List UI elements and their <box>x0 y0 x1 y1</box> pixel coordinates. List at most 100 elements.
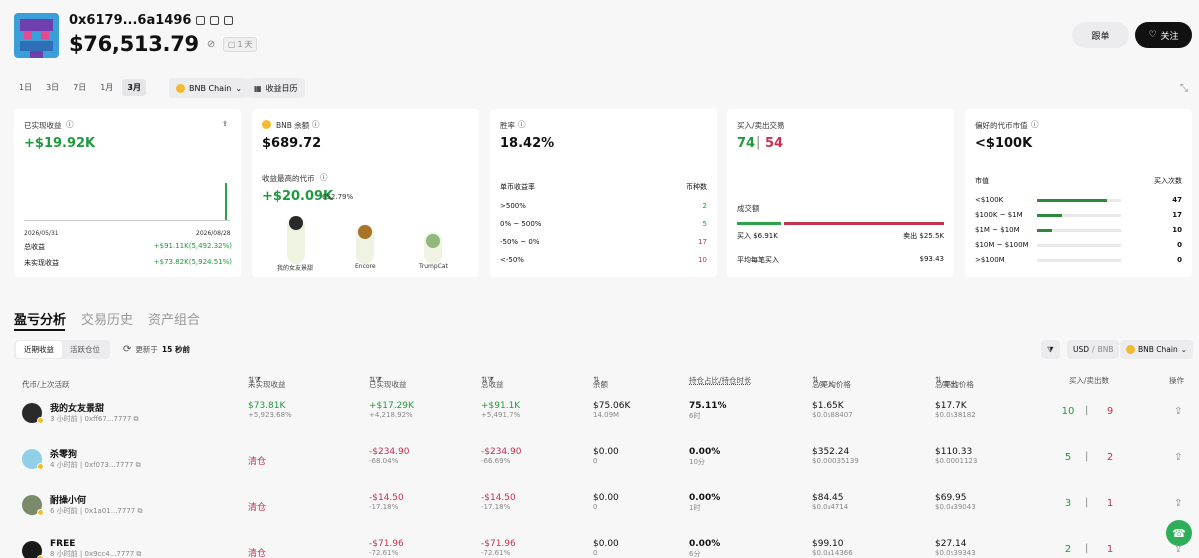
currency-sep: / <box>1092 345 1095 354</box>
period-1d[interactable]: 1日 <box>14 79 37 96</box>
unrealized-cell: $73.81K +5,923.68% <box>248 401 292 419</box>
info-icon[interactable]: ⓘ <box>320 172 328 183</box>
holding-value: 0.00% <box>689 493 721 503</box>
token-cell[interactable]: 杀零狗 4 小时前 | 0xf073...7777 ⧉ <box>50 447 141 470</box>
buy-value: $1.65K <box>812 401 844 411</box>
unrealized-cell: 清仓 <box>248 546 266 558</box>
info-icon[interactable]: ⓘ <box>312 119 320 130</box>
unrealized-value: 清仓 <box>248 503 267 513</box>
copy-icon[interactable]: ⧉ <box>136 550 141 558</box>
edit-icon[interactable] <box>196 16 206 25</box>
col-token[interactable]: 代币/上次活跃 ⌄ <box>22 375 70 389</box>
col-unrealized[interactable]: 未实现收益 ⇅⧩ <box>248 375 286 389</box>
chart-bar <box>225 183 227 220</box>
token-cell[interactable]: FREE 8 小时前 | 0x9cc4...7777 ⧉ <box>50 539 141 558</box>
col-balance[interactable]: 余额 ⇅ <box>593 375 608 389</box>
table-row[interactable]: 杀零狗 4 小时前 | 0xf073...7777 ⧉ 清仓 -$234.90 … <box>14 436 1199 482</box>
period-7d[interactable]: 7日 <box>68 79 91 96</box>
share-icon[interactable]: ⇪ <box>1174 452 1182 463</box>
info-icon[interactable]: ⓘ <box>66 119 74 130</box>
info-icon[interactable]: ⓘ <box>518 119 526 130</box>
table-header: 代币/上次活跃 ⌄ 未实现收益 ⇅⧩ 已实现收益 ⇅⧩ 总收益 ⇅⧩ 余额 ⇅ … <box>14 371 1199 389</box>
volume-row: 买入 $6.91K 卖出 $25.5K <box>737 231 944 241</box>
col-total-sell[interactable]: 总卖出 ⇅/平均价格 <box>935 375 974 389</box>
sell-value: $17.7K <box>935 401 967 411</box>
table-row[interactable]: 耐操小何 6 小时前 | 0x1a01...7777 ⧉ 清仓 -$14.50 … <box>14 482 1199 528</box>
refresh-icon[interactable]: ⟳ <box>123 344 131 355</box>
buy-volume: 买入 $6.91K <box>737 232 778 240</box>
calendar-icon: ▦ <box>254 83 262 93</box>
total-value: -$14.50 <box>481 493 516 503</box>
bnb-coin-icon <box>1126 345 1135 354</box>
buy-value: $84.45 <box>812 493 844 503</box>
col-realized[interactable]: 已实现收益 ⇅⧩ <box>369 375 407 389</box>
market-cap-row-label: $100K ~ $1M <box>975 211 1023 219</box>
total-pct: -66.69% <box>481 457 511 465</box>
buy-cell: $1.65K $0.0₅88407 <box>812 401 853 419</box>
currency-usd[interactable]: USD <box>1073 345 1089 354</box>
realized-value: -$234.90 <box>369 447 410 457</box>
copy-icon[interactable]: ⧉ <box>136 461 141 469</box>
divider: | <box>1085 405 1089 416</box>
collapse-icon[interactable]: ⤡ <box>1180 83 1188 94</box>
holding-cell: 0.00% 6分 <box>689 539 720 558</box>
refresh-status: ⟳ 更新于 15 秒前 <box>123 344 190 355</box>
bnb-coin-icon <box>262 120 271 129</box>
profit-calendar-button[interactable]: ▦ 收益日历 <box>247 78 305 98</box>
table-row[interactable]: FREE 8 小时前 | 0x9cc4...7777 ⧉ 清仓 -$71.96 … <box>14 528 1199 558</box>
currency-toggle[interactable]: USD / BNB <box>1067 340 1120 359</box>
subtab-recent[interactable]: 近期收益 <box>16 341 62 358</box>
total-cell: -$71.96 -72.61% <box>481 539 516 557</box>
tab-history[interactable]: 交易历史 <box>81 309 133 328</box>
chain-selector[interactable]: BNB Chain ⌄ <box>169 78 250 98</box>
col-total-buy[interactable]: 总买入 ⇅/平均价格 <box>812 375 851 389</box>
tab-portfolio[interactable]: 资产组合 <box>148 309 200 328</box>
col-holding[interactable]: 持仓占比/持仓时长 <box>689 375 752 386</box>
market-cap-bar-track <box>1037 199 1121 202</box>
subtab-active[interactable]: 活跃仓位 <box>62 341 108 358</box>
realized-value: +$17.29K <box>369 401 414 411</box>
headset-icon: ☎ <box>1172 526 1186 540</box>
filter-button[interactable]: ⧩ <box>1041 340 1060 359</box>
support-chat-button[interactable]: ☎ <box>1166 520 1192 546</box>
period-3d[interactable]: 3日 <box>41 79 64 96</box>
follow-button[interactable]: ♡ 关注 <box>1135 22 1192 48</box>
bnb-balance-card: BNB 余额 ⓘ $689.72 收益最高的代币 ⓘ +$20.09K 652.… <box>252 109 479 277</box>
sell-value: $69.95 <box>935 493 967 503</box>
copy-icon[interactable] <box>210 16 220 25</box>
col-total-sell-avg: /平均价格 <box>941 380 974 389</box>
unrealized-profit-label: 未实现收益 <box>24 259 59 267</box>
currency-bnb[interactable]: BNB <box>1098 345 1114 354</box>
sell-cell: $17.7K $0.0₅38182 <box>935 401 976 419</box>
info-icon[interactable]: ⓘ <box>1031 119 1039 130</box>
tab-pnl[interactable]: 盈亏分析 <box>14 309 66 328</box>
win-rate-row-label: <-50% <box>500 256 524 264</box>
table-row[interactable]: 我的女友景甜 3 小时前 | 0xff67...7777 ⧉ $73.81K +… <box>14 390 1199 436</box>
holding-duration: 6时 <box>689 412 701 420</box>
divider: | <box>756 135 761 150</box>
unrealized-profit-value: +$73.82K(5,924.51%) <box>153 258 232 266</box>
chart-baseline <box>24 220 230 221</box>
period-1m[interactable]: 1月 <box>95 79 118 96</box>
token-cell[interactable]: 耐操小何 6 小时前 | 0x1a01...7777 ⧉ <box>50 493 142 516</box>
sell-count: 1 <box>1106 544 1114 555</box>
share-icon[interactable]: ⇪ <box>1174 406 1182 417</box>
eye-off-icon[interactable]: ⊘ <box>207 39 215 50</box>
share-icon[interactable]: ⇪ <box>1174 498 1182 509</box>
total-cell: +$91.1K +5,491.7% <box>481 401 520 419</box>
copy-icon[interactable]: ⧉ <box>134 415 139 423</box>
copy-icon[interactable]: ⧉ <box>137 507 142 515</box>
share-icon[interactable]: ⇪ <box>222 119 228 128</box>
win-rate-row: -50% ~ 0% 17 <box>500 238 707 246</box>
main-tabs: 盈亏分析 交易历史 资产组合 <box>14 309 200 328</box>
holding-duration: 1时 <box>689 504 701 512</box>
col-total[interactable]: 总收益 ⇅⧩ <box>481 375 504 389</box>
external-link-icon[interactable] <box>224 16 234 25</box>
token-cell[interactable]: 我的女友景甜 3 小时前 | 0xff67...7777 ⧉ <box>50 401 139 424</box>
period-3m[interactable]: 3月 <box>122 79 146 96</box>
market-cap-row-count: 0 <box>1177 241 1182 249</box>
filter-icon: ⧩ <box>1041 340 1060 359</box>
copy-trade-button[interactable]: 跟单 <box>1072 22 1129 48</box>
bnb-coin-icon <box>37 463 44 470</box>
table-chain-selector[interactable]: BNB Chain ⌄ <box>1120 340 1194 359</box>
